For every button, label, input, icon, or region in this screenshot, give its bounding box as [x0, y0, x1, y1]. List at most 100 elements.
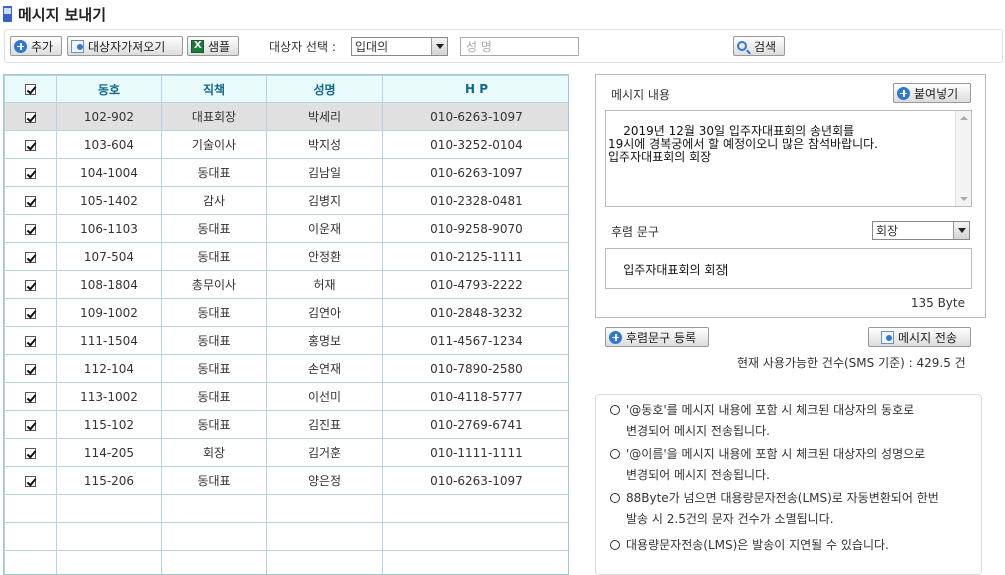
row-checkbox-cell[interactable]: [4, 130, 57, 159]
sample-button[interactable]: 샘플: [187, 36, 239, 56]
import-icon: [71, 39, 84, 53]
note-line: 88Byte가 넘으면 대용량문자전송(LMS)로 자동변환되어 한번: [626, 491, 939, 505]
select-all-header[interactable]: [4, 75, 57, 103]
empty-table-row: [4, 494, 568, 523]
search-button-label: 검색: [754, 39, 777, 54]
page-header: 메시지 보내기: [2, 3, 106, 25]
circle-bullet-icon: [610, 449, 620, 459]
paste-button[interactable]: 붙여넣기: [893, 83, 971, 103]
footer-phrase-select[interactable]: 회장: [872, 221, 970, 240]
circle-bullet-icon: [610, 540, 620, 550]
send-icon: [880, 330, 894, 344]
cell-unit: 112-104: [56, 354, 162, 383]
row-checkbox[interactable]: [25, 335, 36, 347]
scroll-up-icon[interactable]: [960, 116, 968, 120]
row-checkbox[interactable]: [25, 279, 36, 291]
sms-available-count: 현재 사용가능한 건수(SMS 기준) : 429.5 건: [737, 356, 966, 370]
table-row[interactable]: 115-206 동대표 양은정 010-6263-1097: [4, 466, 568, 495]
search-button[interactable]: 검색: [733, 36, 785, 56]
cell-position: 동대표: [161, 410, 267, 439]
page-title: 메시지 보내기: [18, 5, 107, 24]
row-checkbox[interactable]: [25, 391, 36, 403]
row-checkbox-cell[interactable]: [4, 438, 57, 467]
column-header-unit[interactable]: 동호: [56, 75, 162, 103]
table-row[interactable]: 106-1103 동대표 이운재 010-9258-9070: [4, 214, 568, 243]
byte-count: 135 Byte: [910, 296, 965, 310]
row-checkbox[interactable]: [25, 419, 36, 431]
message-scrollbar[interactable]: [955, 111, 971, 206]
table-row[interactable]: 108-1804 총무이사 허재 010-4793-2222: [4, 270, 568, 299]
table-row[interactable]: 115-102 동대표 김진표 010-2769-6741: [4, 410, 568, 439]
footer-phrase-label: 후렴 문구: [611, 225, 659, 239]
empty-table-row: [4, 550, 568, 574]
row-checkbox[interactable]: [25, 167, 36, 179]
table-row[interactable]: 111-1504 동대표 홍명보 011-4567-1234: [4, 326, 568, 355]
row-checkbox-cell[interactable]: [4, 186, 57, 215]
row-checkbox-cell[interactable]: [4, 354, 57, 383]
row-checkbox-cell[interactable]: [4, 466, 57, 495]
table-row[interactable]: 109-1002 동대표 김연아 010-2848-3232: [4, 298, 568, 327]
chevron-down-icon: [431, 38, 447, 55]
empty-cell: [382, 522, 568, 551]
cell-phone: 010-1111-1111: [382, 438, 568, 467]
cell-unit: 114-205: [56, 438, 162, 467]
row-checkbox-cell[interactable]: [4, 214, 57, 243]
table-row[interactable]: 113-1002 동대표 이선미 010-4118-5777: [4, 382, 568, 411]
table-header-row: 동호 직책 성명 H P: [4, 75, 568, 103]
column-header-phone[interactable]: H P: [382, 75, 568, 103]
cell-position: 감사: [161, 186, 267, 215]
column-header-position[interactable]: 직책: [161, 75, 267, 103]
plus-circle-icon: [609, 330, 622, 344]
empty-cell: [4, 494, 57, 523]
sample-button-label: 샘플: [208, 39, 231, 54]
row-checkbox[interactable]: [25, 475, 36, 487]
row-checkbox[interactable]: [25, 307, 36, 319]
column-header-name[interactable]: 성명: [266, 75, 383, 103]
footer-phrase-textarea[interactable]: 입주자대표회의 회장: [605, 248, 972, 289]
row-checkbox-cell[interactable]: [4, 298, 57, 327]
table-row[interactable]: 112-104 동대표 손연재 010-7890-2580: [4, 354, 568, 383]
empty-cell: [161, 522, 267, 551]
row-checkbox-cell[interactable]: [4, 382, 57, 411]
circle-bullet-icon: [610, 493, 620, 503]
cell-name: 김거훈: [266, 438, 383, 467]
import-targets-button[interactable]: 대상자가져오기: [67, 36, 183, 56]
row-checkbox[interactable]: [25, 363, 36, 375]
row-checkbox[interactable]: [25, 223, 36, 235]
cell-name: 이운재: [266, 214, 383, 243]
empty-cell: [4, 522, 57, 551]
table-row[interactable]: 103-604 기술이사 박지성 010-3252-0104: [4, 130, 568, 159]
table-row[interactable]: 107-504 동대표 안정환 010-2125-1111: [4, 242, 568, 271]
row-checkbox[interactable]: [25, 139, 36, 151]
table-row[interactable]: 104-1004 동대표 김남일 010-6263-1097: [4, 158, 568, 187]
row-checkbox-cell[interactable]: [4, 158, 57, 187]
row-checkbox[interactable]: [25, 195, 36, 207]
target-select[interactable]: 입대의: [351, 37, 448, 56]
row-checkbox-cell[interactable]: [4, 410, 57, 439]
name-search-input[interactable]: 성 명: [460, 37, 579, 56]
paste-button-label: 붙여넣기: [914, 86, 959, 101]
cell-name: 김병지: [266, 186, 383, 215]
table-row[interactable]: 114-205 회장 김거훈 010-1111-1111: [4, 438, 568, 467]
row-checkbox[interactable]: [25, 251, 36, 263]
table-row[interactable]: 102-902 대표회장 박세리 010-6263-1097: [4, 102, 568, 131]
row-checkbox[interactable]: [25, 447, 36, 459]
add-button[interactable]: 추가: [10, 36, 62, 56]
row-checkbox-cell[interactable]: [4, 102, 57, 131]
row-checkbox-cell[interactable]: [4, 326, 57, 355]
select-all-checkbox[interactable]: [25, 84, 36, 95]
send-message-label: 메시지 전송: [897, 330, 957, 345]
cell-unit: 115-102: [56, 410, 162, 439]
scroll-down-icon[interactable]: [960, 197, 968, 201]
note-line: '@동호'를 메시지 내용에 포함 시 체크된 대상자의 동호로: [626, 403, 915, 417]
empty-cell: [161, 550, 267, 574]
table-row[interactable]: 105-1402 감사 김병지 010-2328-0481: [4, 186, 568, 215]
row-checkbox-cell[interactable]: [4, 242, 57, 271]
message-content-textarea[interactable]: 2019년 12월 30일 입주자대표회의 송년회를 19시에 경복궁에서 할 …: [605, 110, 972, 207]
send-message-button[interactable]: 메시지 전송: [868, 327, 971, 347]
cell-name: 양은정: [266, 466, 383, 495]
row-checkbox-cell[interactable]: [4, 270, 57, 299]
register-footer-button[interactable]: 후렴문구 등록: [605, 327, 709, 347]
row-checkbox[interactable]: [25, 111, 36, 123]
note-line: 변경되어 메시지 전송됩니다.: [626, 468, 770, 482]
